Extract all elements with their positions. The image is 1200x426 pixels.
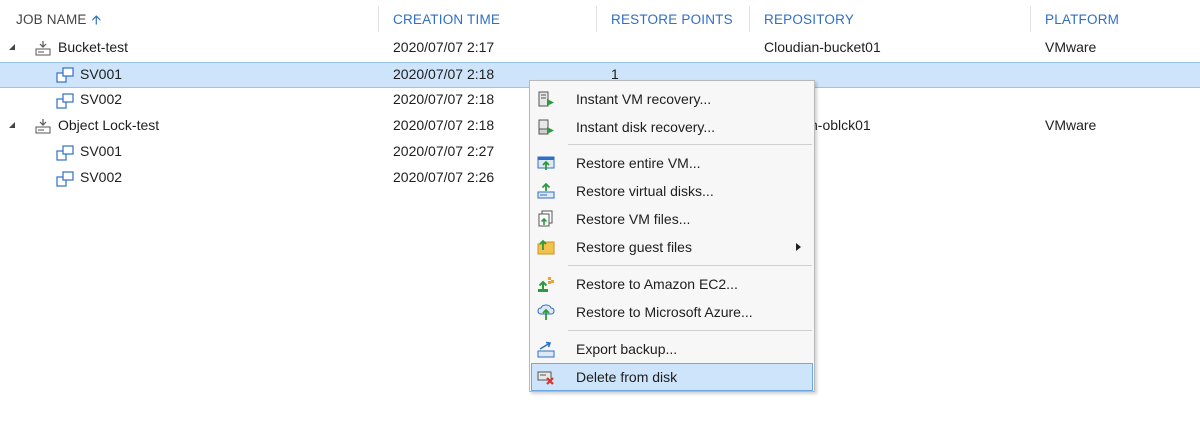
menu-item-restore-entire-vm[interactable]: Restore entire VM...: [531, 149, 813, 177]
context-menu: Instant VM recovery... Instant disk reco…: [529, 80, 815, 392]
table-row-job[interactable]: Bucket-test 2020/07/07 2:17 Cloudian-buc…: [0, 36, 1200, 62]
column-header-job-name-label: JOB NAME: [16, 12, 87, 27]
backup-job-icon: [35, 119, 51, 134]
platform: VMware: [1045, 39, 1097, 55]
sort-ascending-icon: 🡩: [91, 12, 102, 27]
vm-name: SV002: [80, 91, 123, 107]
menu-item-label: Restore guest files: [576, 239, 692, 255]
restore-disks-icon: [537, 182, 555, 199]
restore-vm-icon: [537, 156, 555, 170]
creation-time: 2020/07/07 2:27: [393, 143, 495, 159]
menu-item-label: Instant disk recovery...: [576, 119, 716, 135]
menu-separator: [568, 144, 812, 145]
column-header-platform-label: PLATFORM: [1045, 12, 1120, 27]
column-divider[interactable]: [749, 6, 750, 32]
job-name: Object Lock-test: [58, 117, 160, 133]
vm-icon: [56, 145, 74, 161]
grid-header: JOB NAME 🡩 CREATION TIME RESTORE POINTS R…: [0, 0, 1200, 36]
restore-files-icon: [538, 210, 553, 227]
amazon-ec2-icon: [538, 277, 554, 292]
expand-collapse-icon[interactable]: [9, 122, 15, 128]
menu-separator: [568, 265, 812, 266]
vm-icon: [56, 93, 74, 109]
platform: VMware: [1045, 117, 1097, 133]
expand-collapse-icon[interactable]: [9, 44, 15, 50]
vm-name: SV001: [80, 66, 123, 82]
column-header-job-name[interactable]: JOB NAME 🡩: [16, 0, 101, 36]
menu-item-restore-guest-files[interactable]: Restore guest files: [531, 233, 813, 261]
column-header-repository-label: REPOSITORY: [764, 12, 855, 27]
backup-job-icon: [35, 41, 51, 56]
vm-icon: [56, 67, 74, 83]
column-header-creation-time[interactable]: CREATION TIME: [393, 0, 500, 36]
creation-time: 2020/07/07 2:18: [393, 66, 495, 82]
delete-icon: [537, 371, 554, 385]
menu-item-delete-from-disk[interactable]: Delete from disk: [531, 363, 813, 391]
column-header-restore-points-label: RESTORE POINTS: [611, 12, 733, 27]
column-header-repository[interactable]: REPOSITORY: [764, 0, 854, 36]
menu-separator: [568, 330, 812, 331]
column-header-platform[interactable]: PLATFORM: [1045, 0, 1119, 36]
menu-item-label: Restore VM files...: [576, 211, 691, 227]
repository: Cloudian-bucket01: [764, 39, 881, 55]
menu-item-label: Restore to Microsoft Azure...: [576, 304, 753, 320]
export-icon: [537, 341, 555, 358]
menu-item-restore-amazon-ec2[interactable]: Restore to Amazon EC2...: [531, 270, 813, 298]
repository: n-oblck01: [810, 117, 871, 133]
column-header-restore-points[interactable]: RESTORE POINTS: [611, 0, 733, 36]
column-header-creation-time-label: CREATION TIME: [393, 12, 501, 27]
menu-item-label: Restore to Amazon EC2...: [576, 276, 738, 292]
menu-item-label: Restore entire VM...: [576, 155, 701, 171]
column-divider[interactable]: [378, 6, 379, 32]
azure-icon: [537, 304, 555, 320]
menu-item-instant-disk-recovery[interactable]: Instant disk recovery...: [531, 113, 813, 141]
menu-item-restore-vm-files[interactable]: Restore VM files...: [531, 205, 813, 233]
menu-item-restore-virtual-disks[interactable]: Restore virtual disks...: [531, 177, 813, 205]
instant-disk-recovery-icon: [538, 119, 554, 135]
vm-name: SV002: [80, 169, 123, 185]
menu-item-label: Restore virtual disks...: [576, 183, 714, 199]
column-divider[interactable]: [596, 6, 597, 32]
creation-time: 2020/07/07 2:17: [393, 39, 495, 55]
vm-name: SV001: [80, 143, 123, 159]
column-divider[interactable]: [1030, 6, 1031, 32]
creation-time: 2020/07/07 2:18: [393, 117, 495, 133]
creation-time: 2020/07/07 2:18: [393, 91, 495, 107]
menu-item-export-backup[interactable]: Export backup...: [531, 335, 813, 363]
creation-time: 2020/07/07 2:26: [393, 169, 495, 185]
guest-files-icon: [537, 239, 555, 255]
menu-item-restore-microsoft-azure[interactable]: Restore to Microsoft Azure...: [531, 298, 813, 326]
instant-vm-recovery-icon: [538, 91, 554, 107]
vm-icon: [56, 171, 74, 187]
menu-item-label: Instant VM recovery...: [576, 91, 712, 107]
submenu-arrow-icon: [796, 243, 801, 251]
menu-item-instant-vm-recovery[interactable]: Instant VM recovery...: [531, 85, 813, 113]
menu-item-label: Delete from disk: [576, 369, 678, 385]
menu-item-label: Export backup...: [576, 341, 678, 357]
job-name: Bucket-test: [58, 39, 129, 55]
